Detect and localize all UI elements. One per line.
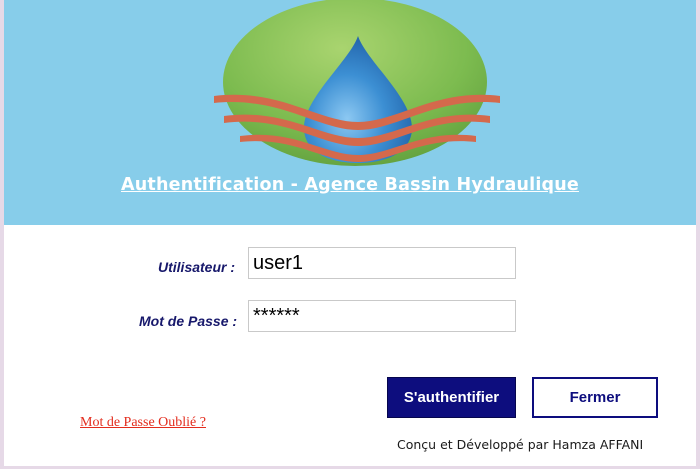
- login-window: Authentification - Agence Bassin Hydraul…: [0, 0, 700, 469]
- user-input[interactable]: [248, 247, 516, 279]
- forgot-password-link[interactable]: Mot de Passe Oublié ?: [80, 415, 206, 431]
- page-title: Authentification - Agence Bassin Hydraul…: [121, 175, 579, 195]
- water-drop-logo-icon: [214, 0, 500, 166]
- window-frame-right: [696, 0, 700, 469]
- password-label: Mot de Passe :: [139, 313, 238, 329]
- footer-credit: Conçu et Développé par Hamza AFFANI: [397, 437, 644, 452]
- close-button[interactable]: Fermer: [532, 377, 658, 418]
- user-label: Utilisateur :: [158, 259, 236, 275]
- header-banner: Authentification - Agence Bassin Hydraul…: [4, 0, 696, 225]
- password-input[interactable]: [248, 300, 516, 332]
- authenticate-button[interactable]: S'authentifier: [387, 377, 516, 418]
